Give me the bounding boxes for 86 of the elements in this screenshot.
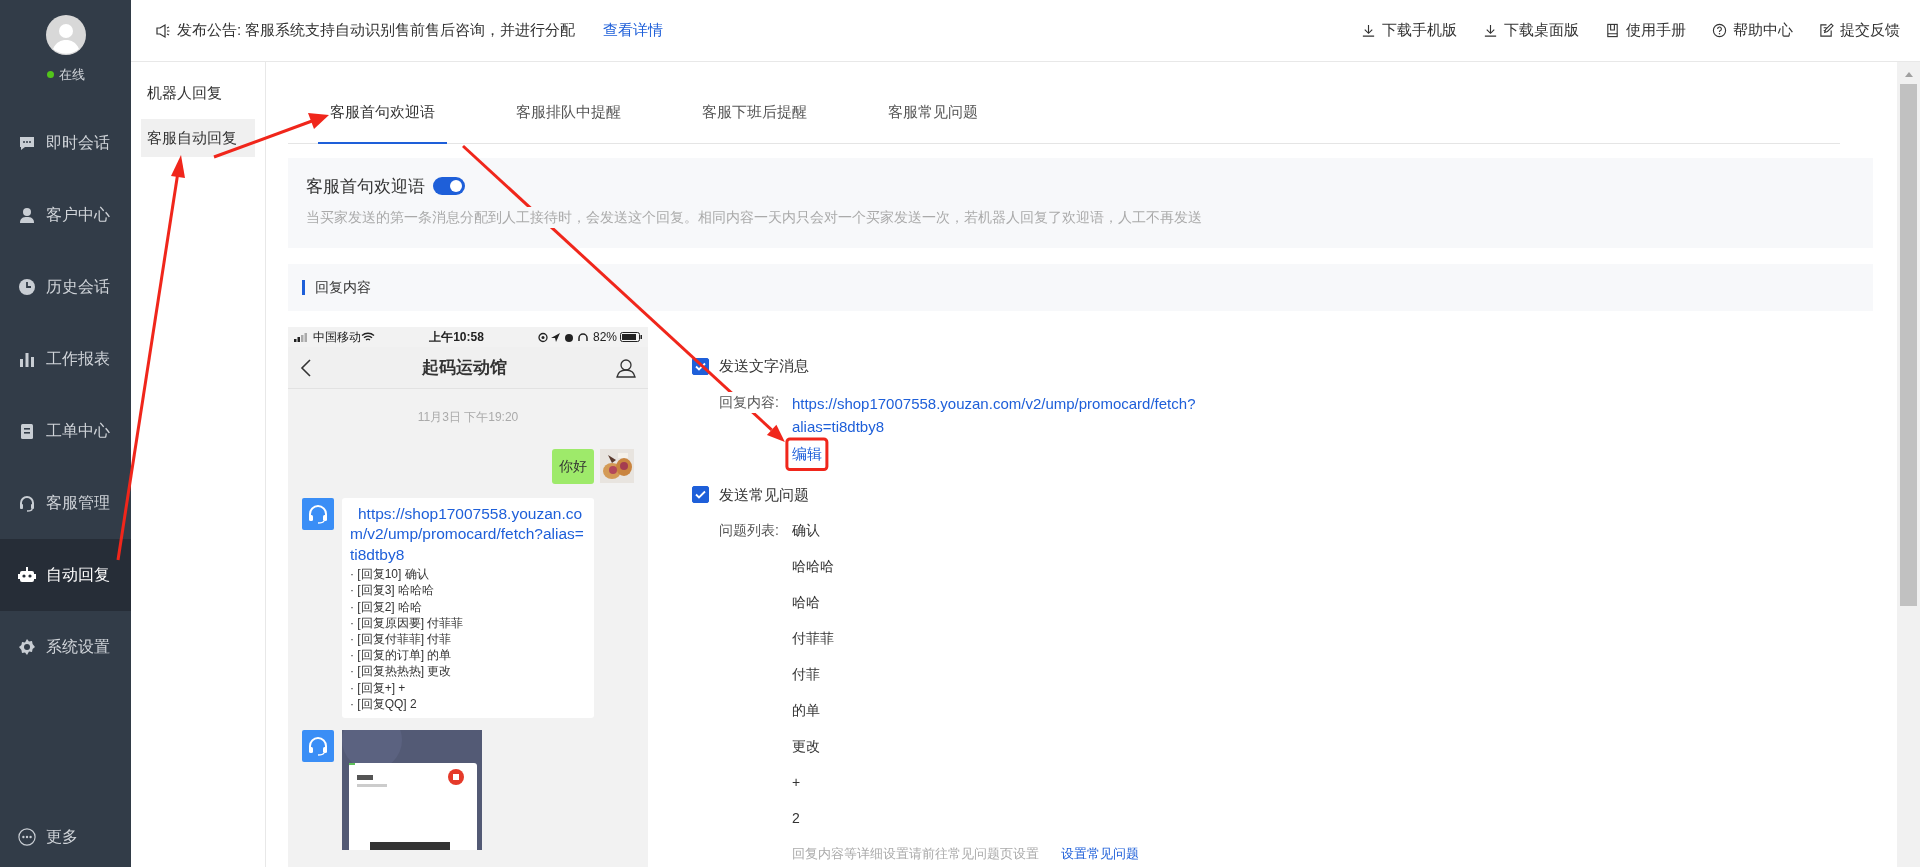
tab[interactable]: 客服下班后提醒: [702, 62, 807, 144]
book-icon: [1605, 23, 1620, 38]
more-button[interactable]: 更多: [0, 807, 131, 867]
robot-icon: [18, 565, 36, 584]
scrollbar[interactable]: [1897, 62, 1920, 867]
status-label: 在线: [58, 66, 85, 84]
battery-icon: [620, 332, 642, 342]
message-line: · [回复10] 确认: [350, 566, 430, 583]
checkbox-label: 发送文字消息: [719, 356, 809, 376]
clock-icon: [18, 277, 36, 296]
checkbox-label: 发送常见问题: [719, 484, 809, 505]
edit-icon: [1819, 23, 1834, 38]
clock-label: 上午10:58: [428, 329, 485, 346]
message-line: · [回复2] 哈哈: [350, 598, 423, 615]
signal-icon: [294, 332, 310, 342]
sidebar-item[interactable]: 即时会话: [0, 106, 131, 179]
question-item: 哈哈哈: [792, 557, 835, 576]
checkmark-icon: [695, 361, 706, 371]
more-icon: [18, 828, 36, 846]
highlight-box: [785, 437, 829, 471]
subnav-item[interactable]: 机器人回复: [141, 74, 255, 113]
question-item: 的单: [792, 701, 821, 720]
sidebar-item[interactable]: 客户中心: [0, 178, 131, 251]
message-bubble: 你好: [552, 448, 594, 484]
sidebar-item[interactable]: 自动回复: [0, 538, 131, 611]
hint-text: 回复内容等详细设置请前往常见问题页设置: [792, 845, 1039, 863]
person-icon: [616, 357, 636, 378]
download-icon: [1483, 23, 1498, 38]
toolbar-link[interactable]: 提交反馈: [1819, 19, 1900, 42]
question-item: 确认: [792, 521, 821, 540]
sidebar-item[interactable]: 工作报表: [0, 322, 131, 395]
message-line: · [回复QQ] 2: [350, 695, 418, 712]
question-item: 付菲: [792, 665, 821, 684]
message-line: · [回复的订单] 的单: [350, 647, 453, 664]
toolbar-link[interactable]: 帮助中心: [1712, 19, 1793, 42]
sidebar-item[interactable]: 客服管理: [0, 466, 131, 539]
message-line: · [回复原因要] 付菲菲: [350, 614, 465, 631]
wifi-icon: [361, 332, 375, 342]
toolbar-link[interactable]: 下载桌面版: [1483, 19, 1579, 42]
reply-link[interactable]: https://shop17007558.youzan.com/v2/ump/promocard/fetch?alias=ti8dtby8: [791, 391, 1197, 438]
description-text: 当买家发送的第一条消息分配到人工接待时，会发送这个回复。相同内容一天内只会对一个买家发送一次，若机器人回复了欢迎语，人工不再发送: [306, 207, 1202, 228]
details-link[interactable]: 查看详情: [603, 19, 664, 42]
question-item: 更改: [792, 737, 821, 756]
field-label: 回复内容:: [719, 391, 779, 413]
announcement-text: 发布公告: 客服系统支持自动识别售前售后咨询，并进行分配: [177, 20, 576, 41]
section-title: 回复内容: [315, 278, 371, 297]
headset-icon: [18, 493, 36, 512]
toggle-switch[interactable]: [433, 177, 465, 196]
sidebar-item[interactable]: 工单中心: [0, 394, 131, 467]
checkbox[interactable]: [692, 486, 709, 504]
field-label: 问题列表:: [719, 521, 780, 540]
sidebar-item[interactable]: 系统设置: [0, 610, 131, 683]
question-item: +: [792, 773, 802, 792]
toolbar-link[interactable]: 使用手册: [1605, 19, 1686, 42]
support-avatar-icon: [302, 729, 334, 762]
status-icons-drawing: [537, 331, 590, 343]
person-icon: [18, 205, 36, 224]
message-line: · [回复3] 哈哈哈: [350, 582, 435, 599]
toolbar-link[interactable]: 下载手机版: [1361, 19, 1457, 42]
clipboard-icon: [18, 421, 36, 440]
question-item: 2: [792, 809, 801, 828]
tab[interactable]: 客服排队中提醒: [516, 62, 621, 144]
question-item: 哈哈: [792, 593, 821, 612]
message-line: · [回复+] +: [350, 679, 407, 696]
carrier-label: 中国移动: [313, 329, 361, 346]
speaker-icon: [155, 22, 171, 39]
support-avatar-icon: [302, 497, 334, 530]
subnav-item[interactable]: 客服自动回复: [141, 118, 255, 157]
back-icon: [300, 358, 312, 377]
welcome-title: 客服首句欢迎语: [306, 175, 425, 198]
tab[interactable]: 客服常见问题: [888, 62, 978, 144]
avatar-icon: [45, 15, 86, 55]
battery-label: 82%: [592, 329, 617, 346]
checkmark-icon: [695, 490, 706, 500]
question-item: 付菲菲: [792, 629, 835, 648]
message-time: 11月3日 下午19:20: [417, 410, 519, 424]
faq-settings-link[interactable]: 设置常见问题: [1061, 844, 1139, 864]
message-link[interactable]: https://shop17007558.youzan.com/v2/ump/promocard/fetch?alias=ti8dtby8: [350, 503, 586, 567]
message-line: · [回复热热热] 更改: [350, 663, 453, 680]
help-icon: [1712, 23, 1727, 38]
sidebar-item[interactable]: 历史会话: [0, 250, 131, 323]
download-icon: [1361, 23, 1376, 38]
gear-icon: [18, 637, 36, 656]
edit-link[interactable]: 编辑: [791, 443, 822, 466]
chat-title: 起码运动馆: [421, 356, 507, 379]
message-line: · [回复付菲菲] 付菲: [350, 631, 453, 648]
